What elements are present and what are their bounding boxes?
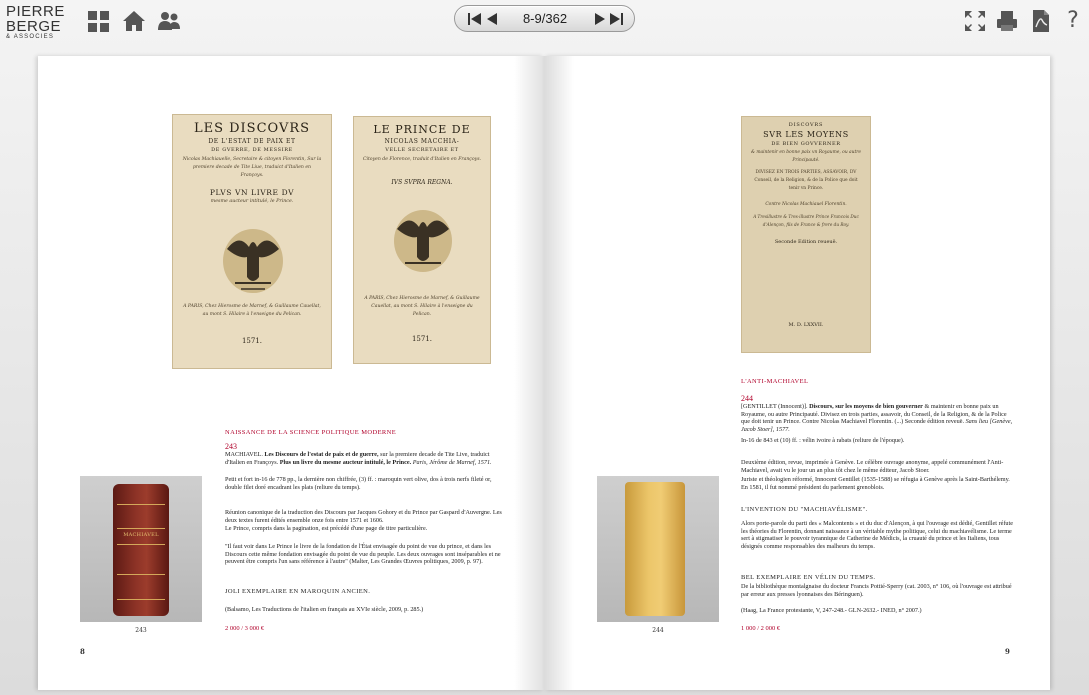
tp2-line4: Citoyen de Florence, traduit d'Italien e… (362, 157, 482, 162)
estimate-244: 1 000 / 2 000 € (741, 625, 781, 632)
estimate-243: 2 000 / 3 000 € (225, 625, 265, 632)
vellum-book (625, 482, 685, 616)
logo[interactable]: PIERRE BERGE & ASSOCIES (6, 4, 68, 40)
last-page-icon[interactable] (607, 11, 625, 27)
binding-note-243: Joli exemplaire en maroquin ancien. (225, 588, 371, 595)
lot-title-2: Plus un livre du mesme aucteur intitulé,… (279, 458, 412, 466)
tp1-imprint: A PARIS, Chez Hierosme de Marnef, & Guil… (183, 304, 321, 317)
lot-number-243: 243 (225, 442, 237, 451)
lot-author: [GENTILLET (Innocent)]. (741, 403, 808, 410)
pdf-icon[interactable] (1028, 8, 1054, 34)
home-icon[interactable] (121, 8, 147, 34)
lot-quote-243: "Il faut voir dans Le Prince le livre de… (225, 543, 501, 566)
spine-label: MACHIAVEL (123, 532, 159, 538)
grid-icon[interactable] (86, 8, 112, 34)
page-navigator: 8-9/362 (454, 5, 635, 32)
tp3-line4: & maintenir en bonne paix vn Royaume, ou… (751, 150, 861, 163)
section-title-right: L'Anti-Machiavel (741, 378, 809, 385)
tp1-line1: LES DISCOVRS (193, 121, 311, 136)
tp2-line1: LE PRINCE DE (373, 123, 471, 136)
lot-para2-244: Juriste et théologien réformé, Innocent … (741, 476, 1010, 491)
title-page-image-discours[interactable]: LES DISCOVRS DE L'ESTAT DE PAIX ET DE GV… (172, 114, 332, 369)
tp1-year: 1571. (241, 337, 263, 345)
tp3-year: M. D. LXXVII. (788, 322, 824, 328)
lot-imprint: Paris, Jérôme de Marnef, 1571. (412, 458, 492, 466)
book-spine: MACHIAVEL (113, 484, 169, 616)
tp3-line3: DE BIEN GOVVERNER (771, 141, 841, 147)
gutter-shadow (514, 56, 544, 690)
tp2-line3: VELLE SECRETAIRE ET (385, 147, 459, 153)
sub-title-244: L'invention du "machiavélisme". (741, 506, 868, 513)
lot-description-244: [GENTILLET (Innocent)]. Discours, sur le… (741, 403, 1017, 433)
print-icon[interactable] (994, 8, 1020, 34)
tp1-line3: DE GVERRE, DE MESSIRE (211, 147, 293, 153)
lot-author: MACHIAVEL. (225, 451, 263, 458)
right-page: DISCOVRS SVR LES MOYENS DE BIEN GOVVERNE… (544, 56, 1050, 690)
tp2-year: 1571. (411, 335, 433, 343)
left-page: LES DISCOVRS DE L'ESTAT DE PAIX ET DE GV… (38, 56, 544, 690)
pelican-emblem-icon (394, 210, 452, 272)
tp1-line5: PLVS VN LIVRE DV (209, 188, 295, 197)
gutter-shadow (544, 56, 574, 690)
tp1-line4: Nicolas Machiauelle, Secretaire & citoye… (182, 157, 322, 178)
title-page-image-anti-machiavel[interactable]: DISCOVRS SVR LES MOYENS DE BIEN GOVVERNE… (741, 116, 871, 353)
lot-para4-244: De la bibliothèque montalgnaise du docte… (741, 583, 1012, 598)
tp2-motto: IVS SVPRA REGNA. (391, 179, 453, 186)
lot-title: Les Discours de l'estat de paix et de gu… (264, 451, 379, 458)
tp3-line2: SVR LES MOYENS (763, 130, 849, 139)
photo-caption-243: 243 (135, 627, 147, 634)
logo-line2: BERGE (6, 18, 62, 35)
lot-para1-243: Réunion canonique de la traduction des D… (225, 509, 502, 524)
prev-page-icon[interactable] (483, 11, 501, 27)
lot-collation-244: In-16 de 843 et (10) ff. : vélin ivoire … (741, 437, 905, 444)
tp3-line5: DIVISEZ EN TROIS PARTIES, ASSAVOIR, DV C… (754, 170, 858, 191)
reference-243: (Balsamo, Les Traductions de l'italien e… (225, 606, 424, 613)
page-number-left: 8 (80, 647, 85, 656)
help-icon[interactable]: ? (1060, 8, 1086, 34)
section-title-left: Naissance de la science politique modern… (225, 429, 397, 436)
tp1-line6: mesme aucteur intitulé, le Prince. (210, 199, 294, 204)
toolbar: PIERRE BERGE & ASSOCIES 8-9/362 ? (0, 0, 1089, 48)
page-number-right: 9 (1005, 647, 1010, 656)
lot-number-244: 244 (741, 394, 753, 403)
pelican-emblem-icon (223, 229, 283, 293)
tp2-imprint: A PARIS, Chez Hierosme de Marnef, & Guil… (364, 296, 480, 317)
logo-line3: & ASSOCIES (6, 34, 55, 40)
lot-description-243: MACHIAVEL. Les Discours de l'estat de pa… (225, 451, 508, 466)
book-photo-244[interactable] (597, 476, 719, 622)
tp3-line8: Seconde Edition reueuë. (774, 239, 838, 245)
page-indicator[interactable]: 8-9/362 (505, 11, 585, 26)
tp1-line2: DE L'ESTAT DE PAIX ET (208, 138, 296, 145)
lot-para1b-243: Le Prince, compris dans la pagination, e… (225, 525, 428, 532)
tp2-line2: NICOLAS MACCHIA- (384, 138, 460, 145)
photo-caption-244: 244 (652, 627, 664, 634)
title-page-image-prince[interactable]: LE PRINCE DE NICOLAS MACCHIA- VELLE SECR… (353, 116, 491, 364)
tp3-line1: DISCOVRS (788, 122, 824, 128)
sub-title-2-244: Bel exemplaire en vélin du temps. (741, 574, 876, 581)
fullscreen-icon[interactable] (962, 8, 988, 34)
lot-para1-244: Deuxième édition, revue, imprimée à Genè… (741, 459, 1004, 474)
tp3-line6: Contre Nicolas Machiauel Florentin. (765, 202, 847, 207)
lot-title: Discours, sur les moyens de bien gouvern… (809, 403, 923, 410)
logo-line1: PIERRE (6, 3, 65, 20)
lot-collation-243: Petit et fort in-16 de 778 pp., la derni… (225, 476, 492, 491)
lot-para3-244: Alors porte-parole du parti des « Malcon… (741, 520, 1013, 550)
users-icon[interactable] (156, 8, 182, 34)
tp3-line7: A Tresillustre & Tres-illustre Prince Fr… (753, 214, 859, 227)
reference-244: (Haag, La France protestante, V, 247-248… (741, 607, 922, 614)
book-photo-243[interactable]: MACHIAVEL (80, 476, 202, 622)
